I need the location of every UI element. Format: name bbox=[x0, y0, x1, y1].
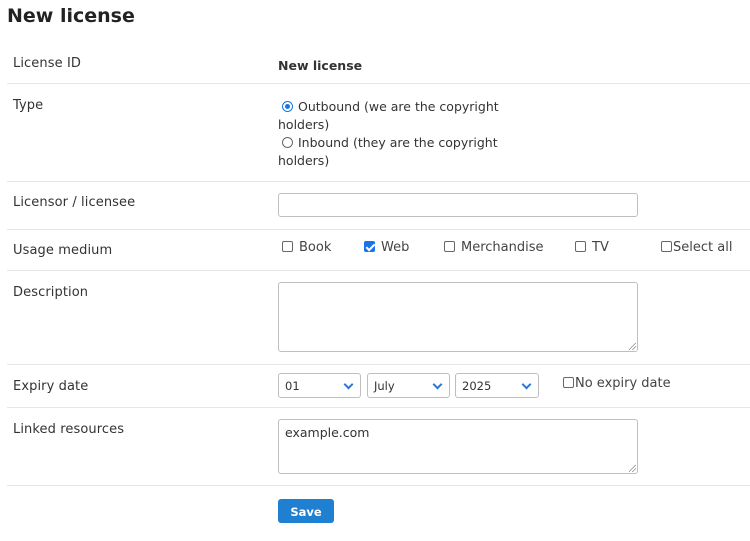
resize-grip-icon[interactable] bbox=[629, 465, 636, 472]
inbound-radio[interactable] bbox=[282, 137, 293, 148]
type-row: Type Outbound (we are the copyright hold… bbox=[7, 84, 750, 182]
medium-web-label: Web bbox=[381, 240, 410, 255]
expiry-month-select[interactable]: July bbox=[367, 373, 450, 398]
no-expiry-option[interactable]: No expiry date bbox=[563, 376, 671, 391]
description-label: Description bbox=[13, 285, 89, 300]
linked-resources-value: example.com bbox=[285, 425, 370, 440]
expiry-day-select[interactable]: 01 bbox=[278, 373, 361, 398]
chevron-down-icon bbox=[343, 379, 354, 390]
usage-medium-row: Usage medium Book Web Merchandise TV Sel… bbox=[7, 230, 750, 271]
medium-book-label: Book bbox=[299, 240, 332, 255]
save-button[interactable]: Save bbox=[278, 499, 334, 523]
usage-medium-label: Usage medium bbox=[13, 243, 113, 258]
linked-resources-row: Linked resources example.com bbox=[7, 408, 750, 486]
resize-grip-icon[interactable] bbox=[629, 343, 636, 350]
license-id-value: New license bbox=[278, 58, 363, 73]
outbound-label: Outbound (we are the copyright bbox=[298, 99, 499, 114]
chevron-down-icon bbox=[432, 379, 443, 390]
expiry-date-label: Expiry date bbox=[13, 379, 89, 394]
license-id-label: License ID bbox=[13, 56, 81, 71]
linked-resources-label: Linked resources bbox=[13, 422, 125, 437]
outbound-label-cont: holders) bbox=[278, 117, 330, 132]
licensor-label: Licensor / licensee bbox=[13, 195, 136, 210]
medium-select-all-checkbox[interactable] bbox=[661, 241, 672, 252]
medium-merchandise-label: Merchandise bbox=[461, 240, 544, 255]
inbound-radio-option[interactable]: Inbound (they are the copyright holders) bbox=[278, 134, 499, 170]
no-expiry-label: No expiry date bbox=[575, 376, 671, 391]
linked-resources-textarea[interactable]: example.com bbox=[278, 419, 638, 474]
description-row: Description bbox=[7, 271, 750, 365]
license-id-row: License ID New license bbox=[7, 44, 750, 84]
licensor-row: Licensor / licensee bbox=[7, 182, 750, 230]
expiry-day-value: 01 bbox=[285, 379, 300, 393]
licensor-input[interactable] bbox=[278, 193, 638, 217]
type-label: Type bbox=[13, 98, 44, 113]
medium-book-checkbox[interactable] bbox=[282, 241, 293, 252]
inbound-label: Inbound (they are the copyright bbox=[298, 135, 498, 150]
outbound-radio[interactable] bbox=[282, 101, 293, 112]
expiry-date-row: Expiry date 01 July 2025 No expiry date bbox=[7, 365, 750, 408]
medium-select-all-label: Select all bbox=[673, 240, 733, 255]
medium-select-all-option[interactable]: Select all bbox=[661, 240, 732, 255]
medium-book-option[interactable]: Book bbox=[282, 240, 331, 255]
chevron-down-icon bbox=[521, 379, 532, 390]
medium-merchandise-option[interactable]: Merchandise bbox=[444, 240, 544, 255]
inbound-label-cont: holders) bbox=[278, 153, 330, 168]
outbound-radio-option[interactable]: Outbound (we are the copyright holders) bbox=[278, 98, 499, 134]
expiry-year-select[interactable]: 2025 bbox=[455, 373, 539, 398]
no-expiry-checkbox[interactable] bbox=[563, 377, 574, 388]
type-options: Outbound (we are the copyright holders) … bbox=[278, 98, 499, 170]
medium-tv-option[interactable]: TV bbox=[575, 240, 609, 255]
medium-merchandise-checkbox[interactable] bbox=[444, 241, 455, 252]
medium-tv-checkbox[interactable] bbox=[575, 241, 586, 252]
medium-tv-label: TV bbox=[592, 240, 609, 255]
page-title: New license bbox=[7, 5, 135, 27]
medium-web-checkbox[interactable] bbox=[364, 241, 375, 252]
expiry-year-value: 2025 bbox=[462, 379, 492, 393]
description-textarea[interactable] bbox=[278, 282, 638, 352]
medium-web-option[interactable]: Web bbox=[364, 240, 409, 255]
expiry-month-value: July bbox=[374, 379, 395, 393]
